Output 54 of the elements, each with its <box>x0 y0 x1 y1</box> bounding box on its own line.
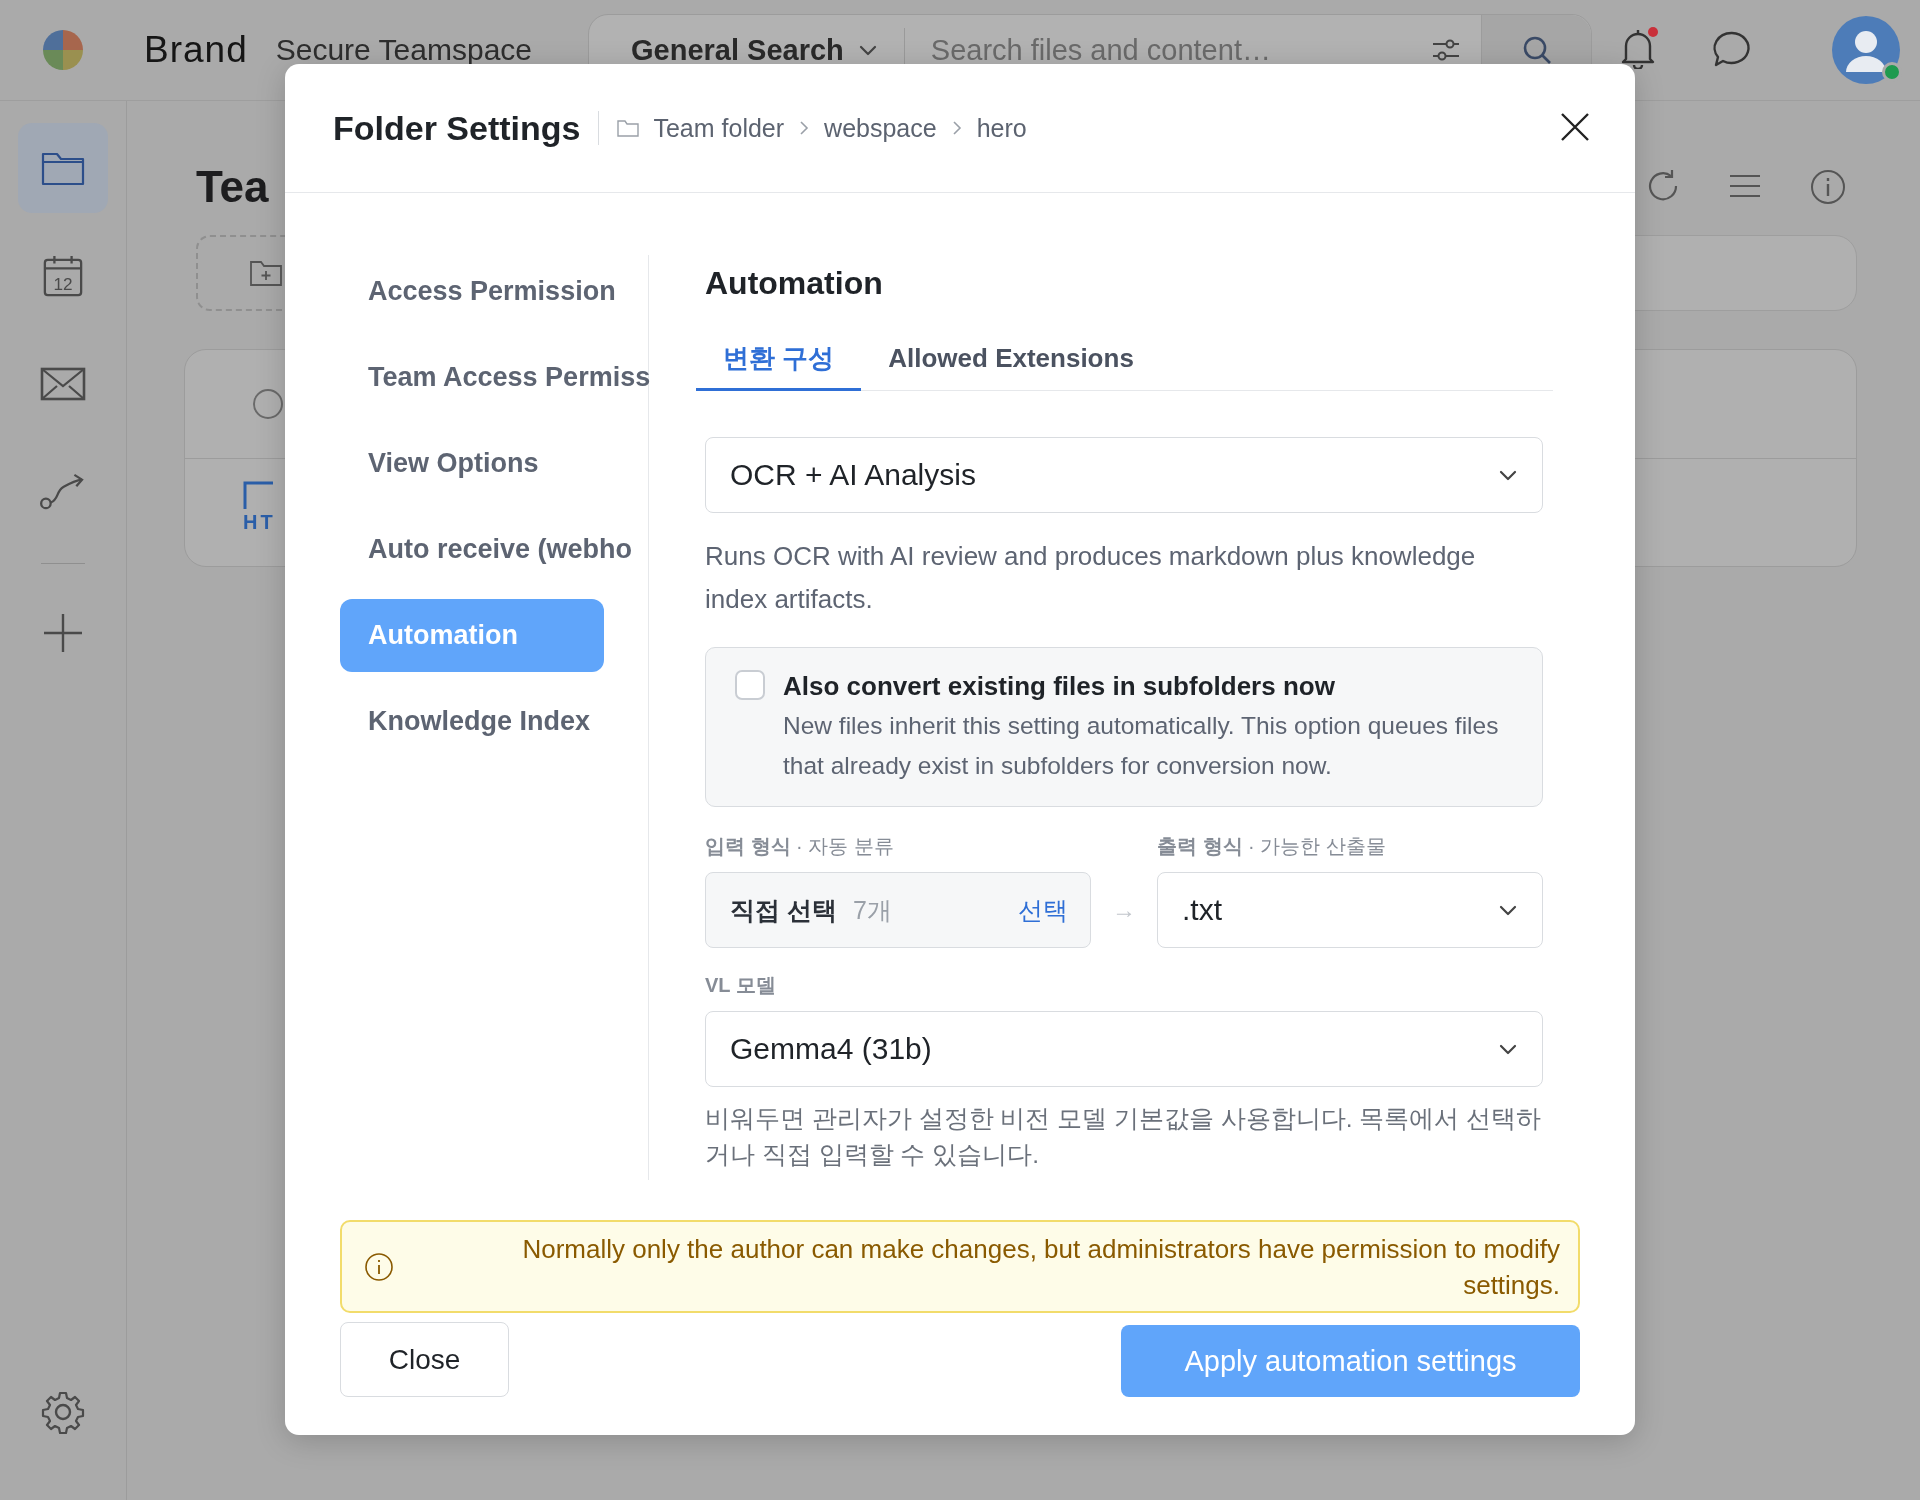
settings-nav-item[interactable]: Team Access Permiss <box>340 341 659 414</box>
file-type-icon <box>243 481 273 509</box>
option-label: Also convert existing files in subfolders now <box>783 670 1336 703</box>
logo-icon <box>40 27 86 73</box>
select-link[interactable]: 선택 <box>1018 893 1068 927</box>
model-select[interactable]: Gemma4 (31b) <box>705 1011 1543 1087</box>
chevron-right-icon <box>950 119 963 137</box>
close-icon <box>1559 110 1591 143</box>
settings-nav-item[interactable]: Knowledge Index <box>340 685 604 758</box>
dialog-title: Folder Settings <box>333 111 600 145</box>
breadcrumb-item[interactable]: Team folder <box>653 113 785 143</box>
count-label: 7개 <box>852 894 893 926</box>
output-format-select[interactable]: .txt <box>1157 872 1543 948</box>
online-status-dot <box>1882 62 1902 82</box>
breadcrumb-item[interactable]: hero <box>976 113 1027 143</box>
field-value: 직접 선택 <box>730 894 837 926</box>
field-label: VL 모델 <box>705 973 777 998</box>
chevron-right-icon <box>798 119 811 137</box>
notification-dot <box>1648 27 1658 37</box>
page-title: Tea <box>196 162 270 212</box>
radio-button[interactable] <box>253 389 283 419</box>
mode-description: Runs OCR with AI review and produces markdown plus knowledge index artifacts. <box>705 540 1477 616</box>
tab[interactable]: 변환 구성 <box>696 329 862 391</box>
field-label: 출력 형식 · 가능한 산출물 <box>1157 834 1387 859</box>
settings-icon[interactable] <box>41 1390 85 1434</box>
field-label: 입력 형식 · 자동 분류 <box>705 834 895 859</box>
arrow-icon: → <box>1091 872 1157 948</box>
file-type-label: HT <box>243 511 277 534</box>
tab[interactable]: Allowed Extensions <box>861 329 1161 391</box>
brand-name: Brand <box>144 29 248 71</box>
info-icon <box>364 1251 394 1282</box>
search-field[interactable]: Search files and content… <box>904 32 1431 68</box>
rail-item[interactable] <box>18 123 108 213</box>
close-button[interactable]: Close <box>340 1322 509 1397</box>
settings-nav-item[interactable]: Access Permission <box>340 255 624 328</box>
folder-add-icon <box>249 259 283 287</box>
add-icon[interactable] <box>42 612 84 654</box>
folder-icon <box>617 119 640 137</box>
checkbox[interactable] <box>735 670 765 700</box>
mode-select[interactable]: OCR + AI Analysis <box>705 437 1543 513</box>
info-icon[interactable] <box>1809 168 1847 206</box>
settings-nav-item[interactable]: Auto receive (webho <box>340 513 641 586</box>
folder-icon <box>41 150 85 186</box>
breadcrumb-item[interactable]: webspace <box>824 113 937 143</box>
mail-icon <box>40 367 86 401</box>
notice-text: Normally only the author can make changes, but administrators have permission to modify settings. <box>521 1232 1560 1302</box>
settings-nav-item[interactable]: View Options <box>340 427 604 500</box>
section-title: Automation <box>705 264 884 303</box>
avatar-icon <box>1832 16 1900 84</box>
rail-item[interactable]: 12 <box>18 231 108 321</box>
help-text: 비워두면 관리자가 설정한 비전 모델 기본값을 사용합니다. 목록에서 선택하거나 직접 입력할 수 있습니다. <box>705 1104 1543 1170</box>
workspace-name: Secure Teamspace <box>275 33 532 67</box>
option-description: New files inherit this setting automatically. This option queues files that already exist in subfolders for conversion now. <box>783 711 1500 781</box>
user-avatar[interactable] <box>1832 16 1900 84</box>
